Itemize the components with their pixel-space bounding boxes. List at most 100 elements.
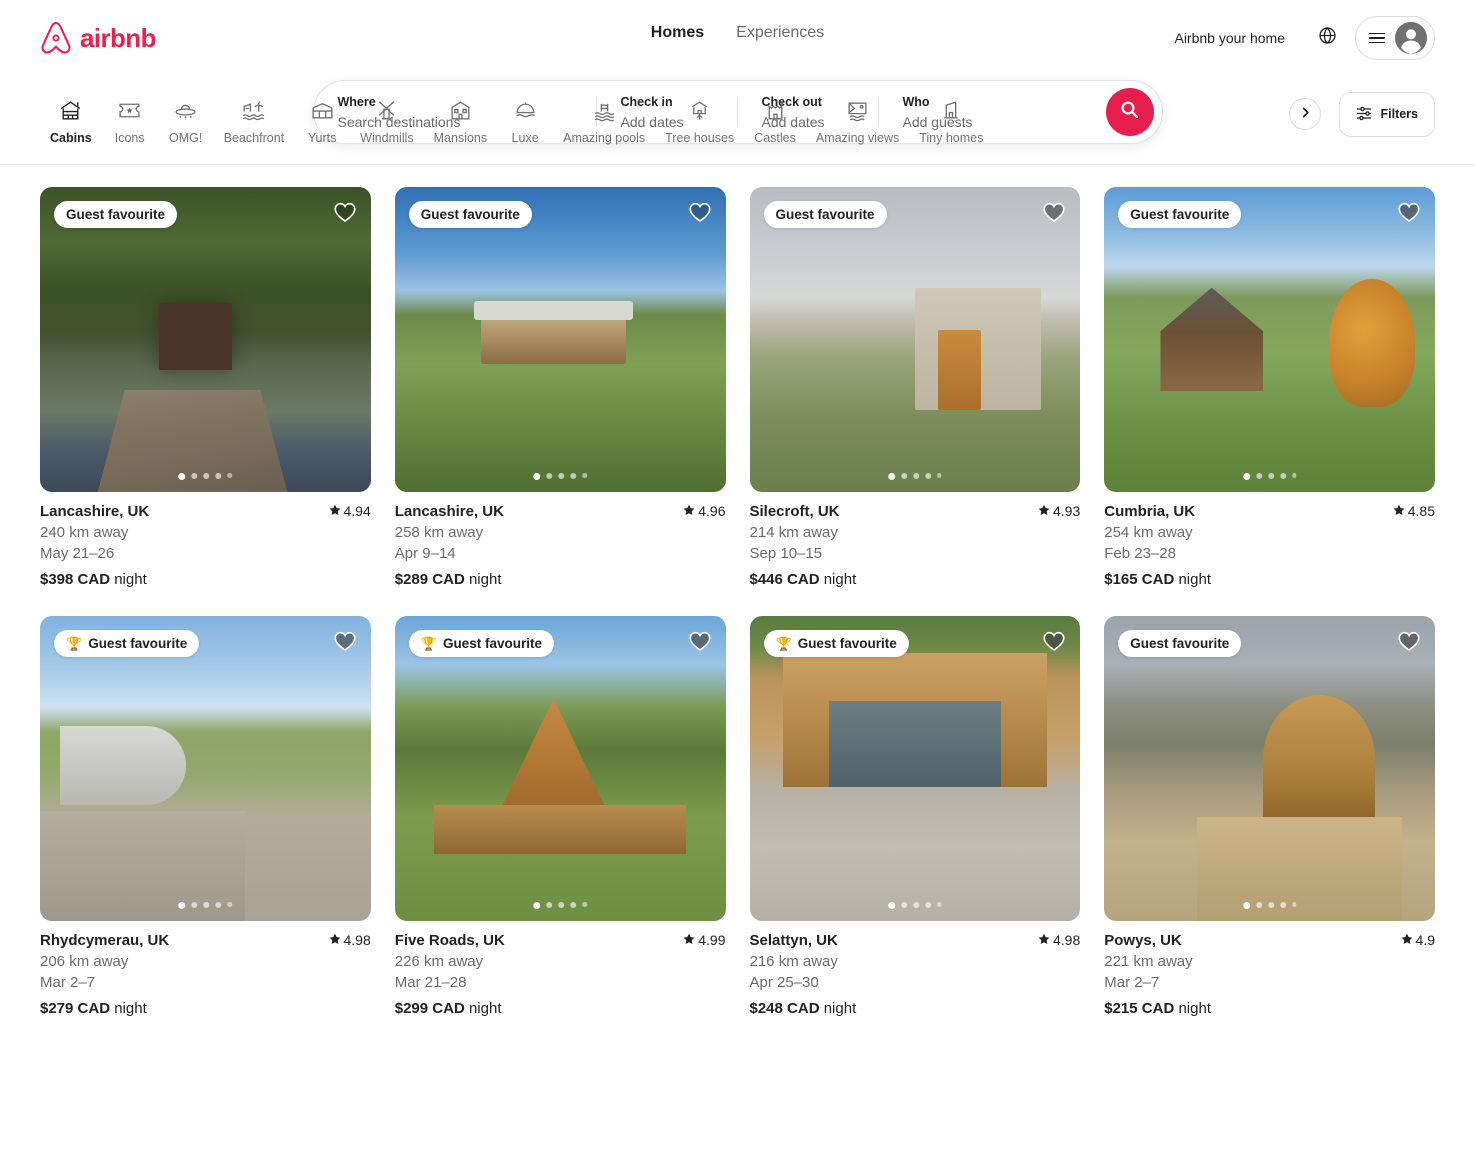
carousel-dot[interactable] [1267,902,1274,908]
carousel-dot[interactable] [582,902,587,907]
carousel-dot[interactable] [1255,473,1262,479]
listing-rating: 4.99 [683,932,726,948]
carousel-dot[interactable] [1279,473,1286,479]
heart-filled-icon[interactable] [1042,629,1066,653]
carousel-dot[interactable] [888,902,896,909]
listing-distance: 206 km away [40,953,129,970]
carousel-dot[interactable] [913,473,920,479]
listing-distance: 258 km away [394,524,484,541]
listing-info: Cumbria, UK 4.85 254 km away Feb 23–28 $165 … [1104,492,1435,588]
listing-card[interactable]: Guest favourite Lancashire, UK 4.96 258 km … [394,187,726,588]
category-amazing-views[interactable]: Amazing views [806,86,909,155]
heart-filled-icon[interactable] [688,629,712,653]
heart-outline-icon[interactable] [688,200,712,224]
category-amazing-pools[interactable]: Amazing pools [553,86,655,155]
heart-filled-icon[interactable] [1397,200,1421,224]
nav-tab-homes[interactable]: Homes [651,24,704,44]
listing-photo[interactable]: Guest favourite [1104,187,1435,492]
listing-rating-value: 4.93 [1053,503,1081,519]
carousel-dot[interactable] [1279,902,1286,908]
listing-card[interactable]: 🏆 Guest favourite Selattyn, UK 4.98 216 km a… [749,616,1081,1017]
carousel-dot[interactable] [546,902,553,908]
carousel-dot[interactable] [1242,902,1250,909]
guest-favourite-badge: Guest favourite [54,201,178,228]
category-next-button[interactable] [1289,98,1322,130]
carousel-dot[interactable] [227,473,233,478]
category-icons[interactable]: Icons [102,86,158,155]
listing-card[interactable]: 🏆 Guest favourite Rhydcymerau, UK 4.98 206 k… [40,616,371,1017]
carousel-dot[interactable] [888,473,896,480]
carousel-dot[interactable] [1255,902,1262,908]
carousel-dot[interactable] [203,902,210,908]
heart-filled-icon[interactable] [1397,629,1421,653]
heart-outline-icon[interactable] [333,200,357,224]
carousel-dot[interactable] [227,902,233,907]
carousel-dot[interactable] [1242,473,1250,480]
carousel-dot[interactable] [546,473,553,479]
carousel-dot[interactable] [178,902,186,909]
carousel-dot[interactable] [191,902,198,908]
carousel-dot[interactable] [558,902,565,908]
listing-price: $279 CAD night [40,1000,371,1017]
carousel-dot[interactable] [925,902,932,908]
carousel-dot[interactable] [215,902,222,908]
category-label: Cabins [50,130,92,145]
carousel-dot[interactable] [901,473,908,479]
listing-info: Selattyn, UK 4.98 216 km away Apr 25–30 $248… [750,921,1081,1017]
category-yurts[interactable]: Yurts [294,86,350,155]
listing-photo[interactable]: Guest favourite [394,187,726,492]
category-tree-houses[interactable]: Tree houses [655,86,744,155]
carousel-dot[interactable] [203,473,210,479]
carousel-dot[interactable] [570,473,577,479]
carousel-dot[interactable] [925,473,932,479]
carousel-dot[interactable] [191,473,198,479]
carousel-dot[interactable] [582,473,587,478]
heart-filled-icon[interactable] [333,629,357,653]
listing-card[interactable]: Guest favourite Cumbria, UK 4.85 254 km awa… [1104,187,1435,588]
listing-rating-value: 4.98 [1053,932,1081,948]
beach-palm-icon [241,98,266,123]
carousel-dot[interactable] [558,473,565,479]
airbnb-your-home-link[interactable]: Airbnb your home [1160,18,1299,58]
category-beachfront[interactable]: Beachfront [214,86,294,155]
site-header: airbnb Homes Experiences Airbnb your hom… [0,0,1475,165]
listing-photo[interactable]: 🏆 Guest favourite [394,616,726,921]
filters-button[interactable]: Filters [1339,91,1435,137]
nav-tab-experiences[interactable]: Experiences [736,24,824,44]
listing-card[interactable]: Guest favourite Powys, UK 4.9 221 km away Ma… [1104,616,1435,1017]
category-label: Castles [754,130,796,145]
category-luxe[interactable]: Luxe [497,86,553,155]
category-windmills[interactable]: Windmills [350,86,423,155]
listing-card[interactable]: 🏆 Guest favourite Five Roads, UK 4.99 226 km… [394,616,726,1017]
chevron-right-icon [1300,105,1311,123]
carousel-dot[interactable] [178,473,186,480]
carousel-dot[interactable] [533,473,541,480]
carousel-dot[interactable] [901,902,908,908]
category-cabins[interactable]: Cabins [40,86,102,155]
listing-photo[interactable]: Guest favourite [40,187,371,492]
listing-photo[interactable]: Guest favourite [1104,616,1435,921]
listing-card[interactable]: Guest favourite Lancashire, UK 4.94 240 km … [40,187,371,588]
airbnb-logo[interactable]: airbnb [40,21,156,55]
category-tiny-homes[interactable]: Tiny homes [909,86,993,155]
carousel-dot[interactable] [937,473,942,478]
profile-menu-button[interactable] [1355,16,1435,60]
category-omg[interactable]: OMG! [158,86,214,155]
listing-photo[interactable]: 🏆 Guest favourite [40,616,371,921]
carousel-dot[interactable] [913,902,920,908]
carousel-dot[interactable] [215,473,222,479]
listing-photo[interactable]: 🏆 Guest favourite [749,616,1081,921]
carousel-dot[interactable] [1291,902,1297,907]
heart-filled-icon[interactable] [1042,200,1066,224]
category-mansions[interactable]: Mansions [424,86,498,155]
category-castles[interactable]: Castles [744,86,806,155]
carousel-dot[interactable] [1267,473,1274,479]
carousel-dot[interactable] [937,902,942,907]
listing-card[interactable]: Guest favourite Silecroft, UK 4.93 214 km a… [749,187,1081,588]
language-globe-button[interactable] [1307,18,1347,58]
carousel-dot[interactable] [570,902,577,908]
listing-photo[interactable]: Guest favourite [749,187,1081,492]
carousel-dot[interactable] [1291,473,1297,478]
carousel-dot[interactable] [533,902,541,909]
user-avatar-icon [1395,22,1427,54]
